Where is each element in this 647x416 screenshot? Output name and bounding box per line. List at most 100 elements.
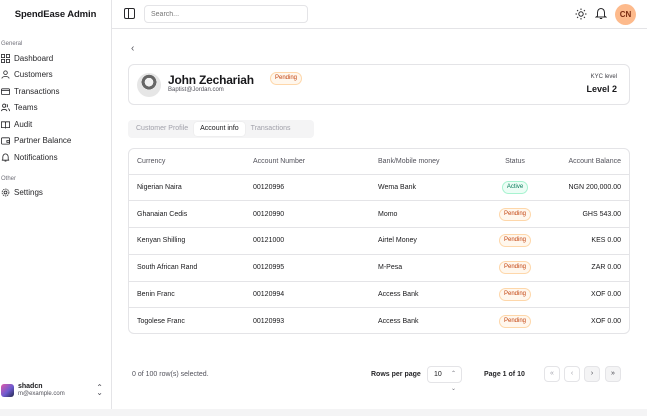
last-page-button[interactable]: »: [605, 366, 621, 382]
accounts-table: Currency Account Number Bank/Mobile mone…: [128, 148, 630, 334]
rows-per-page-select[interactable]: 10 ⌃ ⌄: [427, 366, 462, 392]
sidebar-item-label: Partner Balance: [14, 136, 72, 146]
book-icon: [1, 121, 10, 129]
rows-per-page-label: Rows per page: [371, 371, 421, 378]
bank-cell: Momo: [378, 200, 488, 229]
table-row[interactable]: South African Rand 00120995 M-Pesa Pendi…: [129, 254, 629, 282]
pagination-bar: 0 of 100 row(s) selected. Rows per page …: [128, 365, 630, 392]
user-menu[interactable]: shadcn m@example.com ⌃ ⌄: [0, 377, 111, 403]
tab-transactions[interactable]: Transactions: [245, 122, 297, 136]
first-page-button[interactable]: «: [544, 366, 560, 382]
account-number-cell: 00120994: [253, 281, 378, 309]
table-row[interactable]: Nigerian Naira 00120996 Wema Bank Active…: [129, 174, 629, 202]
status-cell: Pending: [488, 200, 542, 229]
profile-avatar: [137, 73, 161, 97]
bank-cell: Access Bank: [378, 318, 419, 326]
status-badge: Pending: [270, 72, 303, 85]
profile-card: John Zechariah Baptist@Jordan.com Pendin…: [128, 64, 630, 105]
column-header: Account Number: [253, 149, 378, 175]
status-badge: Active: [501, 180, 529, 194]
sidebar-item-audit[interactable]: Audit: [0, 116, 111, 133]
status-cell: Pending: [488, 308, 542, 333]
table-row[interactable]: Benin Franc 00120994 Access Bank Pending…: [129, 281, 629, 309]
general-group-label: General: [1, 41, 23, 47]
sidebar-item-dashboard[interactable]: Dashboard: [0, 50, 111, 67]
column-header: Status: [488, 149, 542, 175]
sidebar-item-label: Customers: [14, 70, 53, 80]
bell-icon[interactable]: [595, 7, 607, 20]
topbar: CN: [112, 0, 647, 29]
sidebar-item-label: Settings: [14, 188, 43, 198]
table-row[interactable]: Ghanaian Cedis 00120990 Momo Pending GHS…: [129, 200, 629, 229]
column-header: Bank/Mobile money: [378, 149, 488, 175]
brand-title: SpendEase Admin: [14, 9, 97, 20]
account-number-cell: 00120993: [253, 318, 285, 326]
sidebar-item-transactions[interactable]: Transactions: [0, 83, 111, 100]
kyc-level: Level 2: [586, 84, 617, 94]
other-group-label: Other: [1, 175, 17, 182]
profile-email: Baptist@Jordan.com: [168, 87, 224, 93]
bank-cell: Access Bank: [378, 281, 488, 309]
column-header: Currency: [129, 149, 253, 175]
table-row[interactable]: Togolese Franc 00120993 Access Bank Pend…: [129, 308, 629, 333]
rows-per-page-value: 10: [434, 371, 442, 378]
status-cell: Pending: [488, 227, 542, 255]
status-cell: Active: [488, 174, 542, 202]
avatar[interactable]: CN: [615, 4, 636, 25]
main-content: ‹ John Zechariah Baptist@Jordan.com Pend…: [112, 29, 647, 409]
status-badge: Pending: [498, 288, 532, 302]
bank-cell: Wema Bank: [378, 174, 488, 202]
bank-cell: M-Pesa: [378, 254, 488, 282]
status-cell: Pending: [488, 281, 542, 309]
balance-cell: KES 0.00: [542, 227, 629, 255]
user-avatar: [1, 383, 14, 397]
user-email: m@example.com: [18, 391, 65, 397]
back-chevron-icon[interactable]: ‹: [131, 43, 134, 54]
status-badge: Pending: [498, 261, 532, 275]
sidebar: SpendEase Admin General Dashboard Custom…: [0, 0, 112, 409]
table-header-row: Currency Account Number Bank/Mobile mone…: [129, 149, 629, 175]
users-icon: [1, 103, 10, 112]
balance-cell: XOF 0.00: [591, 318, 621, 326]
status-badge: Pending: [498, 207, 532, 221]
sidebar-item-teams[interactable]: Teams: [0, 100, 111, 117]
next-page-button[interactable]: ›: [584, 366, 600, 382]
kyc-label: KYC level: [590, 74, 617, 80]
tab-customer-profile[interactable]: Customer Profile: [130, 122, 194, 136]
page-info: Page 1 of 10: [484, 371, 525, 378]
account-number-cell: 00121000: [253, 227, 378, 255]
sidebar-item-label: Notifications: [14, 152, 58, 162]
card-icon: [1, 88, 10, 95]
column-header: Account Balance: [542, 149, 629, 175]
sidebar-item-partner-balance[interactable]: Partner Balance: [0, 133, 111, 150]
balance-cell: GHS 543.00: [542, 200, 629, 229]
chevrons-up-down-icon: ⌃ ⌄: [96, 383, 103, 397]
table-row[interactable]: Kenyan Shilling 00121000 Airtel Money Pe…: [129, 227, 629, 255]
wallet-icon: [1, 137, 10, 145]
search-input[interactable]: [144, 5, 308, 23]
currency-cell: Ghanaian Cedis: [129, 200, 253, 229]
previous-page-button[interactable]: ‹: [564, 366, 580, 382]
settings-icon: [1, 188, 10, 197]
balance-cell: XOF 0.00: [542, 281, 629, 309]
sidebar-item-label: Audit: [14, 119, 33, 129]
currency-cell: Togolese Franc: [137, 318, 185, 326]
sun-icon[interactable]: [575, 8, 587, 20]
sidebar-item-label: Dashboard: [14, 53, 54, 63]
chevrons-up-down-icon: ⌃ ⌄: [450, 371, 456, 392]
sidebar-item-customers[interactable]: Customers: [0, 67, 111, 84]
account-number-cell: 00120996: [253, 174, 378, 202]
bank-cell: Airtel Money: [378, 227, 488, 255]
account-number-cell: 00120995: [253, 254, 378, 282]
currency-cell: Kenyan Shilling: [129, 227, 253, 255]
sidebar-item-settings[interactable]: Settings: [0, 185, 111, 202]
status-cell: Pending: [488, 254, 542, 282]
selection-count: 0 of 100 row(s) selected.: [132, 371, 209, 378]
sidebar-item-label: Teams: [14, 103, 38, 113]
sidebar-item-notifications[interactable]: Notifications: [0, 149, 111, 166]
tab-account-info[interactable]: Account info: [194, 122, 245, 136]
balance-cell: NGN 200,000.00: [542, 174, 629, 202]
currency-cell: Nigerian Naira: [129, 174, 253, 202]
dashboard-icon: [1, 53, 10, 63]
sidebar-toggle-icon[interactable]: [124, 8, 135, 19]
